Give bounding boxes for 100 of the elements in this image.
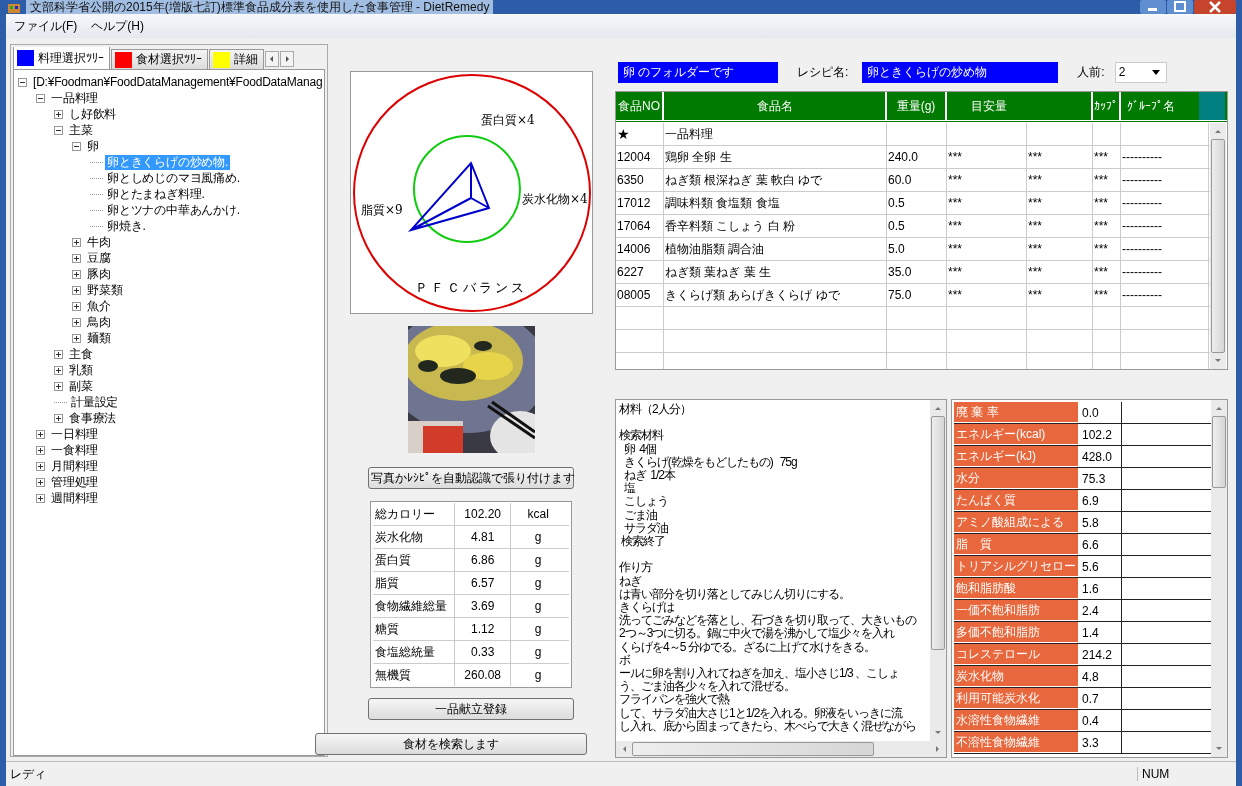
tree-item[interactable]: 一日料理 <box>49 426 101 442</box>
table-cell: *** <box>947 284 1027 306</box>
collapse-icon[interactable] <box>36 93 45 103</box>
table-cell: 75.3 <box>1078 468 1122 489</box>
tree-item[interactable]: 豆腐 <box>85 250 113 266</box>
tab[interactable]: 料理選択ﾂﾘｰ <box>13 47 110 69</box>
auto-paste-button[interactable]: 写真かﾚｼﾋﾟを自動認識で張り付けます <box>368 467 575 489</box>
search-button[interactable]: 食材を検索します <box>315 733 588 755</box>
table-cell: 1.6 <box>1078 578 1122 599</box>
status-text: レディ <box>10 765 46 783</box>
table-cell: ---------- <box>1121 192 1209 214</box>
scrollbar-thumb[interactable] <box>632 742 874 756</box>
scrollbar-thumb[interactable] <box>931 416 945 650</box>
tree-item[interactable]: 主菜 <box>67 122 95 138</box>
vertical-scrollbar[interactable] <box>1210 123 1226 369</box>
horizontal-scrollbar[interactable] <box>616 741 946 757</box>
expand-icon[interactable] <box>72 285 81 295</box>
tree-item[interactable]: 野菜類 <box>85 282 125 298</box>
table-cell: トリアシルグリセロー <box>954 556 1078 577</box>
tree-item[interactable]: 副菜 <box>67 378 95 394</box>
tree-item[interactable]: [D:¥Foodman¥FoodDataManagement¥FoodDataManag <box>31 74 325 90</box>
expand-icon[interactable] <box>36 461 45 471</box>
column-header[interactable]: 食品名 <box>664 92 887 120</box>
expand-icon[interactable] <box>36 493 45 503</box>
scroll-right-icon[interactable] <box>280 51 294 67</box>
tree-item[interactable]: 魚介 <box>85 298 113 314</box>
expand-icon[interactable] <box>72 253 81 263</box>
expand-icon[interactable] <box>54 381 63 391</box>
menu-item[interactable]: ヘルプ(H) <box>91 16 144 36</box>
table-cell: *** <box>947 261 1027 283</box>
table-cell-text: g <box>533 598 543 615</box>
tree-item[interactable]: 一食料理 <box>49 442 101 458</box>
scrollbar-thumb[interactable] <box>1211 139 1225 353</box>
tree-item[interactable]: 食事療法 <box>67 410 119 426</box>
table-cell: 廃 棄 率 <box>954 402 1078 423</box>
tree-item[interactable]: 卵 <box>85 138 101 154</box>
expand-icon[interactable] <box>72 333 81 343</box>
servings-label: 人前: <box>1077 63 1105 81</box>
expand-icon[interactable] <box>72 237 81 247</box>
servings-dropdown[interactable]: 2 <box>1114 61 1167 83</box>
tree-item[interactable]: 卵としめじのマヨ風痛め. <box>105 170 242 186</box>
collapse-icon[interactable] <box>72 141 81 151</box>
tree-item[interactable]: し好飲料 <box>67 106 119 122</box>
scrollbar-thumb[interactable] <box>1212 416 1226 488</box>
column-header[interactable]: 重量(g) <box>887 92 947 120</box>
table-cell: 214.2 <box>1078 644 1122 665</box>
tree-item[interactable]: 卵焼き. <box>105 218 148 234</box>
maximize-icon[interactable] <box>1167 0 1193 14</box>
expand-icon[interactable] <box>54 413 63 423</box>
table-cell: 17012 <box>616 192 664 214</box>
table-cell: *** <box>1027 238 1093 260</box>
tree-item[interactable]: 月間料理 <box>49 458 101 474</box>
vertical-scrollbar[interactable] <box>930 400 946 741</box>
expand-icon[interactable] <box>36 477 45 487</box>
close-icon[interactable] <box>1194 0 1236 14</box>
tree-item[interactable]: 卵とツナの中華あんかけ. <box>105 202 242 218</box>
minimize-icon[interactable] <box>1140 0 1166 14</box>
collapse-icon[interactable] <box>54 125 63 135</box>
table-cell: 2.4 <box>1078 600 1122 621</box>
tree-item[interactable]: 豚肉 <box>85 266 113 282</box>
scroll-left-icon[interactable] <box>265 51 279 67</box>
tree-item[interactable]: 卵とたまねぎ料理. <box>105 186 207 202</box>
tree-item[interactable]: 一品料理 <box>49 90 101 106</box>
table-cell: 一品料理 <box>664 123 887 145</box>
table-cell: *** <box>1093 169 1121 191</box>
tree-item[interactable]: 牛肉 <box>85 234 113 250</box>
tab[interactable]: 食材選択ﾂﾘｰ <box>111 49 208 69</box>
column-header[interactable]: 目安量 <box>947 92 1093 120</box>
menu-item[interactable]: ファイル(F) <box>14 16 78 36</box>
caret-icon[interactable] <box>1151 69 1160 75</box>
tab[interactable]: 詳細 <box>209 49 264 69</box>
expand-icon[interactable] <box>72 269 81 279</box>
expand-icon[interactable] <box>36 445 45 455</box>
table-cell: 鶏卵 全卵 生 <box>664 146 887 168</box>
tree-item[interactable]: 管理処理 <box>49 474 101 490</box>
expand-icon[interactable] <box>36 429 45 439</box>
register-button[interactable]: 一品献立登録 <box>368 698 575 720</box>
vertical-scrollbar[interactable] <box>1211 400 1227 757</box>
table-cell: エネルギー(kcal) <box>954 424 1078 445</box>
tree-item[interactable]: 鳥肉 <box>85 314 113 330</box>
window-title: 文部科学省公開の2015年(増版七訂)標準食品成分表を使用した食事管理 - DietRemedy <box>26 0 494 14</box>
table-cell: 14006 <box>616 238 664 260</box>
column-header[interactable]: 食品NO <box>616 92 664 120</box>
expand-icon[interactable] <box>72 317 81 327</box>
collapse-icon[interactable] <box>18 77 27 87</box>
expand-icon[interactable] <box>72 301 81 311</box>
tree-item[interactable]: 主食 <box>67 346 95 362</box>
table-cell: ---------- <box>1121 261 1209 283</box>
table-cell: 12004 <box>616 146 664 168</box>
tree-item[interactable]: 計量設定 <box>69 394 121 410</box>
expand-icon[interactable] <box>54 349 63 359</box>
tree-item[interactable]: 乳類 <box>67 362 95 378</box>
table-cell: *** <box>1093 261 1121 283</box>
tree-item[interactable]: 麺類 <box>85 330 113 346</box>
expand-icon[interactable] <box>54 365 63 375</box>
expand-icon[interactable] <box>54 109 63 119</box>
recipe-name-field[interactable]: 卵ときくらげの炒め物 <box>862 61 1059 83</box>
table-cell: 食塩総統量 <box>373 641 456 663</box>
tree-item[interactable]: 週間料理 <box>49 490 101 506</box>
table-cell: *** <box>1093 146 1121 168</box>
